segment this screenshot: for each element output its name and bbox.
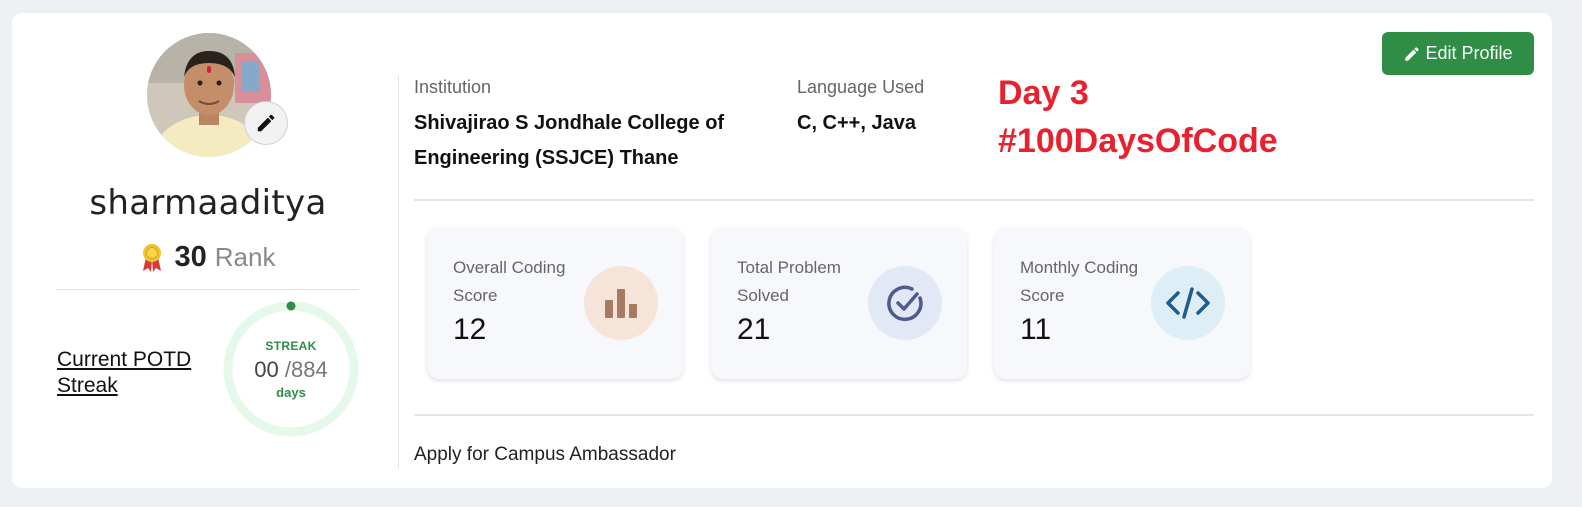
profile-card: sharmaaditya 30 Rank Current POTD Streak… <box>12 13 1552 488</box>
edit-avatar-button[interactable] <box>244 101 288 145</box>
language-value: C, C++, Java <box>797 112 916 134</box>
rank-value: 30 <box>174 241 207 273</box>
stats-divider <box>414 414 1534 416</box>
day-overlay-text: Day 3 #100DaysOfCode <box>998 69 1278 165</box>
stat-value: 11 <box>1020 313 1052 346</box>
bar-chart-icon <box>584 266 658 340</box>
stat-label-line1: Monthly Coding <box>1020 258 1139 277</box>
streak-unit: days <box>276 384 306 400</box>
pencil-icon <box>257 114 275 132</box>
streak-total: /884 <box>284 356 328 382</box>
left-divider <box>56 289 359 290</box>
streak-count: 00 /884 <box>254 357 327 383</box>
info-divider <box>414 199 1534 201</box>
day-overlay-line2: #100DaysOfCode <box>998 122 1278 160</box>
stat-label-line1: Total Problem <box>737 258 841 277</box>
institution-value: Shivajirao S Jondhale College of Enginee… <box>414 106 724 176</box>
pencil-icon <box>1405 46 1420 61</box>
institution-line2: Engineering (SSJCE) Thane <box>414 147 679 169</box>
medal-icon <box>142 243 161 272</box>
streak-current: 00 <box>254 356 279 382</box>
institution-label: Institution <box>414 77 492 97</box>
stat-card-overall-coding-score: Overall Coding Score 12 <box>427 227 683 379</box>
current-potd-streak-link[interactable]: Current POTD Streak <box>57 347 191 399</box>
potd-link-line2: Streak <box>57 374 118 397</box>
edit-profile-button[interactable]: Edit Profile <box>1382 32 1534 75</box>
stat-label-line2: Score <box>1020 286 1065 305</box>
avatar-container <box>147 33 288 157</box>
stat-value: 21 <box>737 313 771 346</box>
stat-card-total-problem-solved: Total Problem Solved 21 <box>711 227 967 379</box>
rank-row: 30 Rank <box>56 241 360 274</box>
username: sharmaaditya <box>89 183 327 223</box>
streak-ring: STREAK 00 /884 days <box>222 300 360 438</box>
edit-profile-label: Edit Profile <box>1425 43 1513 63</box>
code-icon <box>1151 266 1225 340</box>
stat-label: Total Problem Solved <box>737 254 877 310</box>
potd-link-line1: Current POTD <box>57 348 192 371</box>
stat-label: Monthly Coding Score <box>1020 254 1160 310</box>
stat-card-monthly-coding-score: Monthly Coding Score 11 <box>994 227 1250 379</box>
stat-label-line1: Overall Coding <box>453 258 566 277</box>
day-overlay-line1: Day 3 <box>998 74 1089 112</box>
stat-label: Overall Coding Score <box>453 254 593 310</box>
campus-ambassador-link[interactable]: Apply for Campus Ambassador <box>414 444 676 466</box>
institution-line1: Shivajirao S Jondhale College of <box>414 112 725 134</box>
language-label: Language Used <box>797 77 925 97</box>
check-circle-icon <box>868 266 942 340</box>
rank-label: Rank <box>214 242 276 272</box>
vertical-divider <box>398 75 399 469</box>
streak-label: STREAK <box>265 338 317 353</box>
stat-value: 12 <box>453 313 487 346</box>
stat-label-line2: Score <box>453 286 498 305</box>
stat-label-line2: Solved <box>737 286 789 305</box>
